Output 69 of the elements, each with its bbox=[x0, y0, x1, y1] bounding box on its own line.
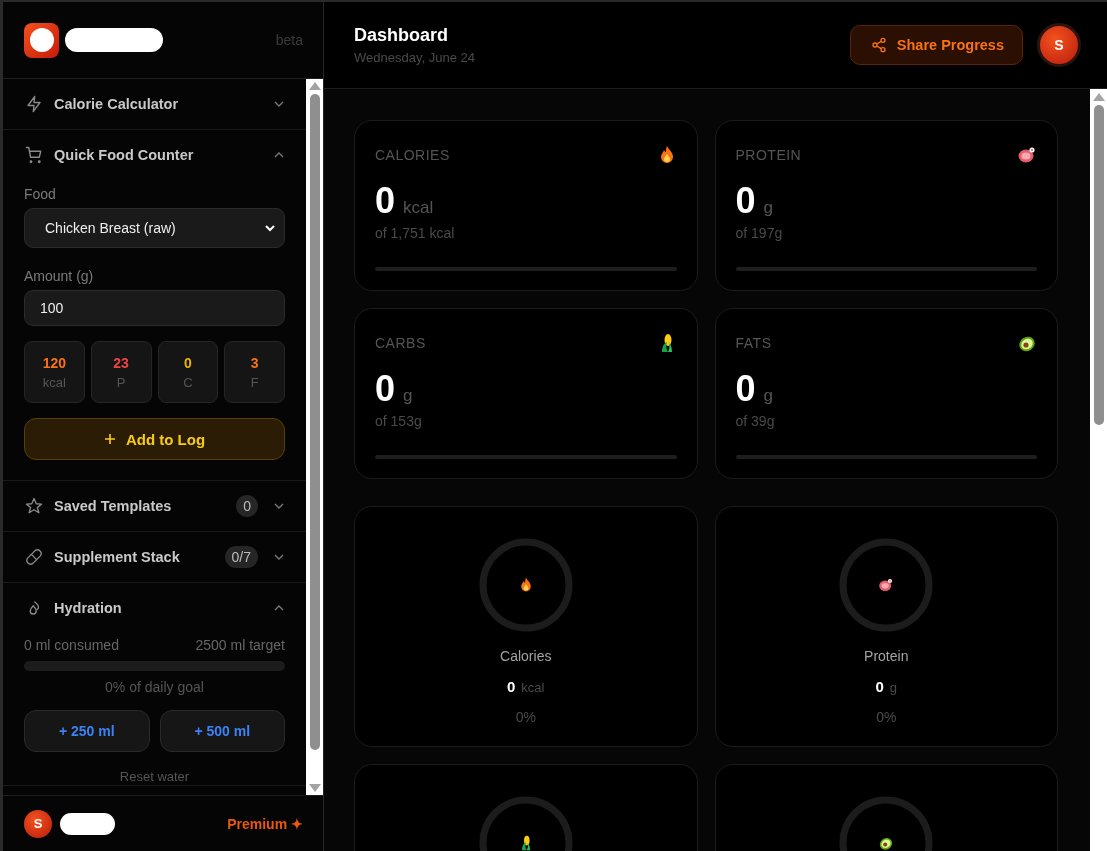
meat-icon bbox=[878, 577, 895, 593]
section-header[interactable]: Hydration bbox=[3, 583, 306, 633]
share-progress-button[interactable]: Share Progress bbox=[849, 25, 1023, 65]
target-text: 2500 ml target bbox=[195, 637, 285, 653]
plus-icon bbox=[103, 433, 116, 445]
add-water-button[interactable]: + 500 ml bbox=[159, 710, 285, 752]
metric-unit: g bbox=[763, 198, 773, 218]
metric-label: PROTEIN bbox=[735, 147, 802, 163]
ring-value: 0 bbox=[507, 678, 516, 695]
ring-percent: 0% bbox=[515, 709, 536, 725]
food-select[interactable]: Chicken Breast (raw) bbox=[24, 208, 285, 248]
metric-target: of 197g bbox=[735, 225, 784, 241]
count-badge: 0 bbox=[236, 495, 258, 517]
lightning-icon bbox=[25, 95, 43, 113]
metric-value: 0 bbox=[735, 183, 756, 219]
metric-value: 0 bbox=[735, 371, 756, 407]
macro-value: 0 bbox=[183, 354, 192, 371]
metric-target: of 1,751 kcal bbox=[375, 225, 456, 241]
macro-unit: kcal bbox=[42, 374, 66, 390]
consumed-text: 0 ml consumed bbox=[24, 637, 119, 653]
macro-value: 120 bbox=[42, 354, 67, 371]
macro-unit: F bbox=[250, 374, 259, 390]
add-to-log-button[interactable]: Add to Log bbox=[24, 418, 285, 460]
redacted-name bbox=[60, 812, 115, 835]
user-avatar[interactable]: S bbox=[24, 809, 52, 838]
metric-target: of 153g bbox=[375, 413, 423, 429]
page-title: Dashboard bbox=[354, 25, 450, 46]
share-icon bbox=[870, 37, 887, 53]
app-logo bbox=[24, 22, 59, 58]
count-badge: 0/7 bbox=[224, 546, 258, 568]
section-header[interactable]: Calorie Calculator bbox=[3, 79, 306, 129]
metric-unit: g bbox=[763, 386, 773, 406]
ring-unit: kcal bbox=[521, 680, 545, 695]
pill-icon bbox=[25, 548, 43, 566]
cart-icon bbox=[25, 146, 43, 164]
date-text: Wednesday, June 24 bbox=[354, 50, 476, 65]
macro-value: 3 bbox=[250, 354, 259, 371]
scrollbar[interactable] bbox=[1090, 89, 1107, 851]
user-avatar[interactable]: S bbox=[1037, 23, 1081, 67]
ring-value: 0 bbox=[875, 678, 884, 695]
avocado-icon bbox=[878, 835, 895, 851]
metric-target: of 39g bbox=[735, 413, 776, 429]
section-header[interactable]: Supplement Stack 0/7 bbox=[3, 532, 306, 582]
macro-unit: P bbox=[116, 374, 126, 390]
metric-unit: g bbox=[403, 386, 413, 406]
goal-text: 0% of daily goal bbox=[104, 679, 205, 695]
metric-label: FATS bbox=[735, 335, 772, 351]
ring-unit: g bbox=[889, 680, 898, 695]
ring-percent: 0% bbox=[876, 709, 897, 725]
scrollbar[interactable] bbox=[306, 79, 323, 795]
meat-icon bbox=[1017, 145, 1037, 165]
metric-unit: kcal bbox=[403, 198, 434, 218]
metric-value: 0 bbox=[375, 183, 396, 219]
premium-link[interactable]: Premium ✦ bbox=[227, 815, 303, 832]
section-header[interactable]: Saved Templates 0 bbox=[3, 481, 306, 531]
field-label: Food bbox=[24, 186, 57, 202]
section-header[interactable]: Quick Food Counter bbox=[3, 130, 306, 180]
star-icon bbox=[25, 497, 43, 515]
chevron-down-icon bbox=[264, 222, 276, 234]
metric-value: 0 bbox=[375, 371, 396, 407]
add-water-button[interactable]: + 250 ml bbox=[24, 710, 150, 752]
metric-label: CALORIES bbox=[375, 147, 450, 163]
macro-value: 23 bbox=[113, 354, 129, 371]
ring-label: Calories bbox=[500, 648, 552, 664]
metric-label: CARBS bbox=[375, 335, 426, 351]
amount-field[interactable]: 100 bbox=[24, 290, 285, 326]
macro-unit: C bbox=[183, 374, 193, 390]
field-label: Amount (g) bbox=[24, 268, 95, 284]
ring-label: Protein bbox=[864, 648, 909, 664]
